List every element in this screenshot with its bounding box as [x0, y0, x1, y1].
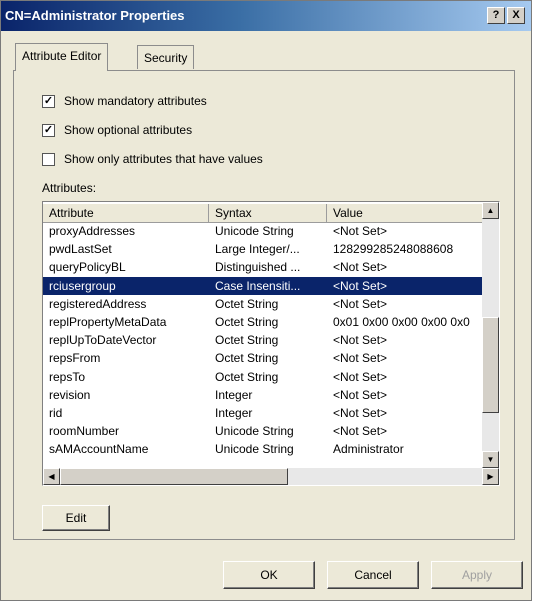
cancel-button[interactable]: Cancel	[327, 561, 419, 589]
horizontal-scroll-thumb[interactable]	[60, 468, 288, 485]
attribute-cell: rid	[49, 405, 63, 420]
attribute-cell: repsTo	[49, 369, 86, 384]
value-cell: <Not Set>	[333, 387, 388, 402]
table-row[interactable]: replUpToDateVector Octet String <Not Set…	[43, 331, 483, 349]
syntax-cell: Octet String	[215, 296, 279, 311]
column-header-syntax[interactable]: Syntax	[209, 204, 327, 222]
attribute-cell: rciusergroup	[49, 278, 116, 293]
ok-button[interactable]: OK	[223, 561, 315, 589]
syntax-cell: Octet String	[215, 351, 279, 366]
scroll-right-icon[interactable]: ▶	[482, 468, 499, 485]
table-row[interactable]: revision Integer <Not Set>	[43, 386, 483, 404]
attribute-cell: queryPolicyBL	[49, 260, 126, 275]
vertical-scrollbar[interactable]: ▲ ▼	[482, 202, 499, 468]
attribute-cell: revision	[49, 387, 91, 402]
list-rows: proxyAddresses Unicode String <Not Set> …	[43, 222, 483, 458]
vertical-scroll-thumb[interactable]	[482, 317, 499, 413]
scroll-left-icon[interactable]: ◀	[43, 468, 60, 485]
apply-button[interactable]: Apply	[431, 561, 523, 589]
table-row[interactable]: registeredAddress Octet String <Not Set>	[43, 295, 483, 313]
scroll-up-icon[interactable]: ▲	[482, 202, 499, 219]
value-cell: <Not Set>	[333, 333, 388, 348]
value-cell: <Not Set>	[333, 278, 388, 293]
attribute-cell: replUpToDateVector	[49, 333, 157, 348]
value-cell: <Not Set>	[333, 405, 388, 420]
attributes-label: Attributes:	[42, 181, 97, 195]
value-cell: Administrator	[333, 442, 404, 457]
syntax-cell: Integer	[215, 387, 253, 402]
table-row[interactable]: rid Integer <Not Set>	[43, 404, 483, 422]
attribute-cell: roomNumber	[49, 424, 120, 439]
syntax-cell: Octet String	[215, 333, 279, 348]
optional-checkbox[interactable]: ✓	[42, 123, 55, 137]
option-show-only-with-values[interactable]: Show only attributes that have values	[42, 151, 263, 167]
attribute-cell: sAMAccountName	[49, 442, 149, 457]
option-show-optional[interactable]: ✓ Show optional attributes	[42, 122, 192, 138]
option-show-mandatory[interactable]: ✓ Show mandatory attributes	[42, 93, 207, 109]
values-only-checkbox[interactable]	[42, 152, 55, 166]
tab-security[interactable]: Security	[137, 45, 195, 69]
value-cell: 128299285248088608	[333, 242, 454, 257]
table-row[interactable]: repsFrom Octet String <Not Set>	[43, 349, 483, 367]
syntax-cell: Octet String	[215, 314, 279, 329]
edit-button[interactable]: Edit	[42, 505, 110, 531]
syntax-cell: Octet String	[215, 369, 279, 384]
syntax-cell: Unicode String	[215, 442, 294, 457]
value-cell: <Not Set>	[333, 224, 388, 238]
table-row[interactable]: pwdLastSet Large Integer/... 12829928524…	[43, 240, 483, 258]
table-row[interactable]: replPropertyMetaData Octet String 0x01 0…	[43, 313, 483, 331]
attribute-cell: replPropertyMetaData	[49, 314, 167, 329]
window-title: CN=Administrator Properties	[5, 8, 185, 23]
table-row[interactable]: sAMAccountName Unicode String Administra…	[43, 440, 483, 458]
table-row[interactable]: queryPolicyBL Distinguished ... <Not Set…	[43, 258, 483, 276]
value-cell: <Not Set>	[333, 260, 388, 275]
list-header: Attribute Syntax Value	[43, 204, 483, 223]
attribute-cell: pwdLastSet	[49, 242, 112, 257]
attribute-cell: proxyAddresses	[49, 224, 136, 238]
value-cell: <Not Set>	[333, 296, 388, 311]
value-cell: <Not Set>	[333, 424, 388, 439]
column-header-value[interactable]: Value	[327, 204, 483, 222]
table-row-selected[interactable]: rciusergroup Case Insensiti... <Not Set>	[43, 276, 483, 295]
value-cell: <Not Set>	[333, 369, 388, 384]
horizontal-scrollbar[interactable]: ◀ ▶	[43, 468, 499, 485]
values-only-label: Show only attributes that have values	[64, 152, 263, 166]
attribute-editor-panel: ✓ Show mandatory attributes ✓ Show optio…	[13, 70, 515, 540]
column-header-attribute[interactable]: Attribute	[43, 204, 209, 222]
attribute-cell: registeredAddress	[49, 296, 147, 311]
syntax-cell: Large Integer/...	[215, 242, 300, 257]
title-bar[interactable]: CN=Administrator Properties ? X	[1, 1, 531, 31]
mandatory-label: Show mandatory attributes	[64, 94, 207, 108]
syntax-cell: Integer	[215, 405, 253, 420]
attributes-list[interactable]: Attribute Syntax Value proxyAddresses Un…	[42, 201, 500, 486]
properties-dialog: CN=Administrator Properties ? X Attribut…	[0, 0, 532, 601]
value-cell: <Not Set>	[333, 351, 388, 366]
tab-attribute-editor[interactable]: Attribute Editor	[15, 43, 109, 71]
close-button[interactable]: X	[507, 7, 525, 24]
syntax-cell: Unicode String	[215, 224, 294, 238]
optional-label: Show optional attributes	[64, 123, 193, 137]
table-row[interactable]: roomNumber Unicode String <Not Set>	[43, 422, 483, 440]
scroll-down-icon[interactable]: ▼	[482, 451, 499, 468]
mandatory-checkbox[interactable]: ✓	[42, 94, 55, 108]
syntax-cell: Case Insensiti...	[215, 278, 301, 293]
syntax-cell: Unicode String	[215, 424, 294, 439]
help-button[interactable]: ?	[487, 7, 505, 24]
table-row[interactable]: proxyAddresses Unicode String <Not Set>	[43, 222, 483, 240]
table-row[interactable]: repsTo Octet String <Not Set>	[43, 368, 483, 386]
value-cell: 0x01 0x00 0x00 0x00 0x0	[333, 314, 470, 329]
attribute-cell: repsFrom	[49, 351, 101, 366]
syntax-cell: Distinguished ...	[215, 260, 301, 275]
